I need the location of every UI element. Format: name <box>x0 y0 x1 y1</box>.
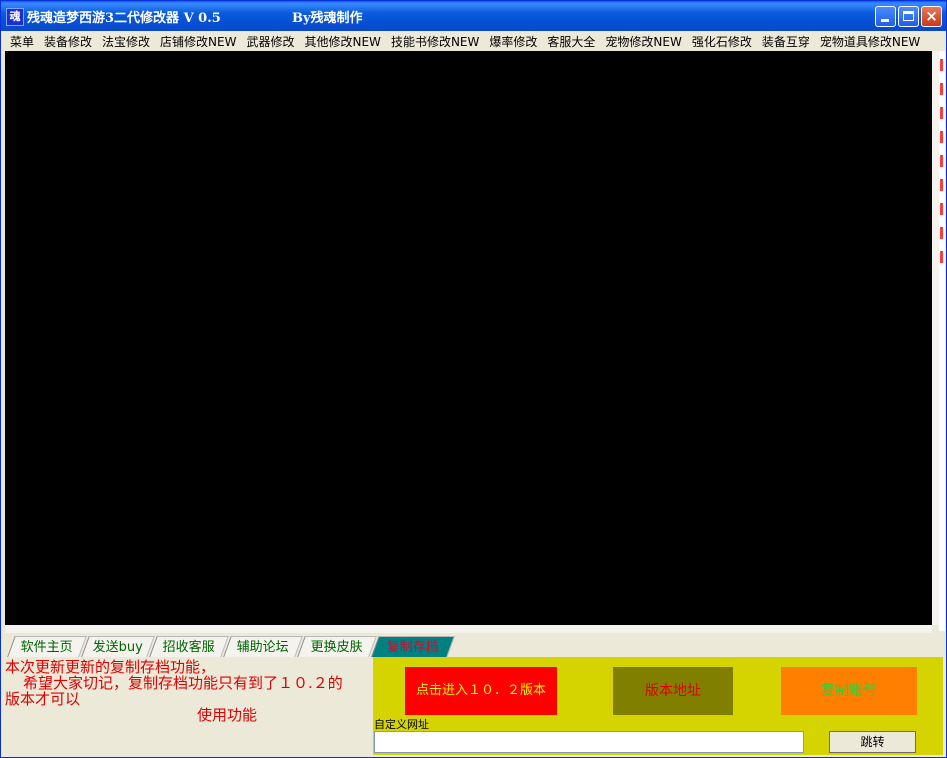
app-icon: 魂 <box>6 8 24 26</box>
close-button[interactable]: × <box>921 6 942 27</box>
title-bar[interactable]: 魂 残魂造梦西游3二代修改器 V 0.5 By残魂制作 × <box>1 1 946 31</box>
menu-item-stone[interactable]: 强化石修改 <box>687 33 757 52</box>
edge-marker <box>940 179 943 191</box>
menu-item-skillbook[interactable]: 技能书修改NEW <box>386 33 484 52</box>
edge-marker <box>940 83 943 95</box>
edge-marker <box>940 251 943 263</box>
tab-home[interactable]: 软件主页 <box>7 636 87 657</box>
menu-item-cross-wear[interactable]: 装备互穿 <box>757 33 815 52</box>
tab-label: 辅助论坛 <box>236 640 289 655</box>
tab-label: 更换皮肤 <box>310 640 363 655</box>
edge-marker <box>940 59 943 71</box>
tab-label: 软件主页 <box>20 640 73 655</box>
notice-line: 希望大家切记，复制存档功能只有到了１０.２的 <box>23 674 343 692</box>
window-title: 残魂造梦西游3二代修改器 V 0.5 <box>27 11 221 26</box>
tab-forum[interactable]: 辅助论坛 <box>223 636 303 657</box>
copy-account-button[interactable]: 复制账号 <box>781 667 917 715</box>
minimize-icon <box>881 19 889 22</box>
custom-url-label: 自定义网址 <box>374 718 429 731</box>
tab-copy-save[interactable]: 复制存档 <box>371 636 455 657</box>
tab-send-buy[interactable]: 发送buy <box>81 636 155 657</box>
menu-item-pet[interactable]: 宠物修改NEW <box>600 33 686 52</box>
menu-item-weapon[interactable]: 武器修改 <box>241 33 299 52</box>
action-panel: 点击进入１０．２版本 版本地址 复制账号 自定义网址 跳转 <box>373 657 943 755</box>
notice-line: 版本才可以 <box>5 690 81 708</box>
version-address-button[interactable]: 版本地址 <box>613 667 733 715</box>
enter-version-button[interactable]: 点击进入１０．２版本 <box>405 667 557 715</box>
menu-bar: 菜单 装备修改 法宝修改 店铺修改NEW 武器修改 其他修改NEW 技能书修改NEW 爆率修改… <box>5 31 943 50</box>
tab-change-skin[interactable]: 更换皮肤 <box>297 636 377 657</box>
menu-item-treasure[interactable]: 法宝修改 <box>97 33 155 52</box>
minimize-button[interactable] <box>875 6 896 27</box>
horizontal-scrollbar[interactable] <box>5 625 932 633</box>
menu-item-other[interactable]: 其他修改NEW <box>300 33 386 52</box>
window-author: By残魂制作 <box>292 11 363 26</box>
custom-url-input[interactable] <box>374 731 804 753</box>
edge-marker <box>940 203 943 215</box>
menu-item-equipment[interactable]: 装备修改 <box>39 33 97 52</box>
edge-marker <box>940 227 943 239</box>
notice-panel: 本次更新更新的复制存档功能， 希望大家切记，复制存档功能只有到了１０.２的 版本… <box>5 657 373 755</box>
menu-item-menu[interactable]: 菜单 <box>5 33 39 52</box>
edge-marker <box>940 131 943 143</box>
tab-label: 招收客服 <box>162 640 215 655</box>
jump-button[interactable]: 跳转 <box>829 731 916 753</box>
tab-recruit-support[interactable]: 招收客服 <box>149 636 229 657</box>
edge-marker <box>940 155 943 167</box>
menu-item-shop[interactable]: 店铺修改NEW <box>155 33 241 52</box>
notice-line: 本次更新更新的复制存档功能， <box>5 658 216 676</box>
close-icon: × <box>925 7 938 25</box>
app-window: 魂 残魂造梦西游3二代修改器 V 0.5 By残魂制作 × 菜单 装备修改 法宝修改… <box>0 0 947 758</box>
notice-line: 使用功能 <box>197 706 258 724</box>
bottom-tab-strip: 软件主页 发送buy 招收客服 辅助论坛 更换皮肤 复制存档 <box>5 636 943 657</box>
menu-item-droprate[interactable]: 爆率修改 <box>484 33 542 52</box>
tab-label: 发送buy <box>92 640 143 655</box>
menu-item-support[interactable]: 客服大全 <box>542 33 600 52</box>
menu-item-pet-items[interactable]: 宠物道具修改NEW <box>815 33 925 52</box>
maximize-button[interactable] <box>898 6 919 27</box>
edge-marker <box>940 107 943 119</box>
maximize-icon <box>903 11 914 21</box>
embedded-browser-view[interactable] <box>5 51 932 625</box>
tab-label: 复制存档 <box>386 640 439 655</box>
